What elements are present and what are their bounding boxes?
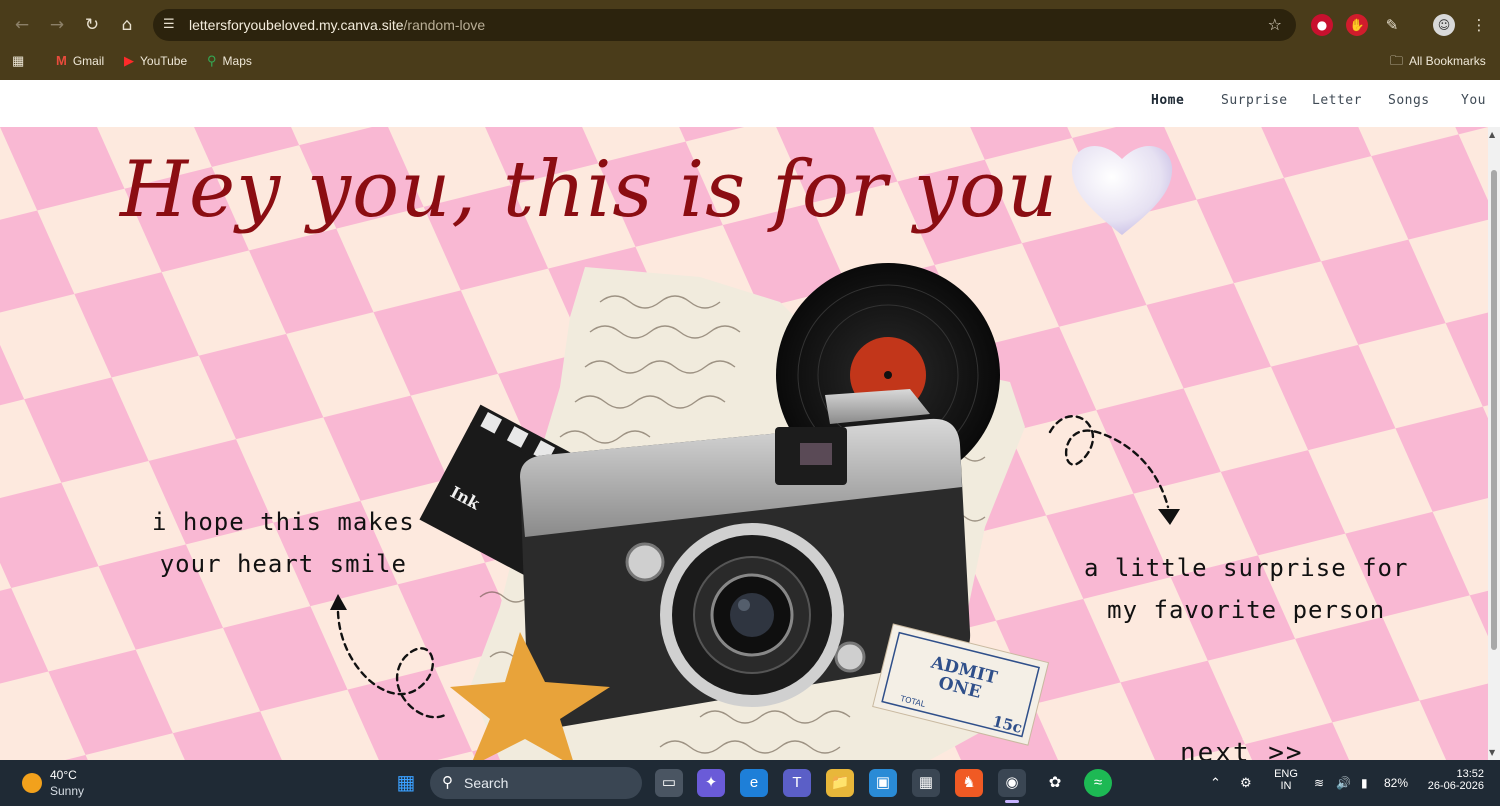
chrome-icon[interactable]: ◉ xyxy=(998,769,1026,797)
nav-letter[interactable]: Letter xyxy=(1312,93,1362,108)
bookmark-youtube-label: YouTube xyxy=(140,54,188,68)
bookmark-gmail[interactable]: M Gmail xyxy=(56,48,104,74)
next-link[interactable]: next >> xyxy=(1180,738,1304,760)
microsoft-store-icon[interactable]: ▦ xyxy=(912,769,940,797)
copilot-icon[interactable]: ✦ xyxy=(697,769,725,797)
all-bookmarks[interactable]: 🗀 All Bookmarks xyxy=(1390,48,1486,74)
page-scrollbar[interactable]: ▲ ▼ xyxy=(1488,127,1500,760)
weather-sun-icon[interactable] xyxy=(22,773,42,793)
volume-icon[interactable]: 🔊 xyxy=(1336,760,1351,806)
chatgpt-icon[interactable]: ✿ xyxy=(1041,769,1069,797)
battery-percent[interactable]: 82% xyxy=(1384,760,1408,806)
tray-app-icon[interactable]: ⚙ xyxy=(1240,760,1252,806)
apps-grid-icon[interactable]: ▦ xyxy=(12,48,24,74)
scroll-down-icon[interactable]: ▼ xyxy=(1489,748,1495,757)
gmail-icon: M xyxy=(56,53,67,68)
extensions-icon[interactable]: ✎ xyxy=(1381,14,1403,36)
edge-icon[interactable]: e xyxy=(740,769,768,797)
back-icon[interactable]: ← xyxy=(8,7,36,43)
browser-chrome: ← → ↻ ⌂ ☰ lettersforyoubeloved.my.canva.… xyxy=(0,0,1500,80)
windows-taskbar: 40°C Sunny ▦ ⚲ Search ▭ ✦ e T 📁 ▣ ▦ ♞ ◉ … xyxy=(0,760,1500,806)
bookmarks-bar: ▦ M Gmail ▶ YouTube ⚲ Maps 🗀 All Bookmar… xyxy=(0,48,1500,74)
language-code: ENG xyxy=(1274,768,1298,780)
nav-home[interactable]: Home xyxy=(1151,93,1184,108)
windows-start-icon[interactable]: ▦ xyxy=(392,769,420,797)
clock[interactable]: 13:52 26-06-2026 xyxy=(1422,768,1484,792)
menu-icon[interactable]: ⋮ xyxy=(1468,14,1490,36)
address-row: ← → ↻ ⌂ ☰ lettersforyoubeloved.my.canva.… xyxy=(0,7,1500,43)
task-view-icon[interactable]: ▭ xyxy=(655,769,683,797)
clock-time: 13:52 xyxy=(1456,768,1484,780)
right-caption: a little surprise for my favorite person xyxy=(1084,547,1408,631)
scrollbar-thumb[interactable] xyxy=(1491,170,1497,650)
left-caption: i hope this makes your heart smile xyxy=(152,501,415,585)
clock-date: 26-06-2026 xyxy=(1427,780,1484,792)
home-icon[interactable]: ⌂ xyxy=(113,7,141,43)
bookmark-maps[interactable]: ⚲ Maps xyxy=(207,48,252,74)
url-domain: lettersforyoubeloved.my.canva.site xyxy=(189,17,404,33)
hero-canvas: Ink ADMIT ONE TOTAL 15c Hey you, this is… xyxy=(0,127,1488,760)
taskbar-search-label: Search xyxy=(464,775,509,791)
all-bookmarks-label: All Bookmarks xyxy=(1409,54,1486,68)
reload-icon[interactable]: ↻ xyxy=(78,7,106,43)
chrome-active-indicator xyxy=(1005,800,1019,803)
nav-songs[interactable]: Songs xyxy=(1388,93,1430,108)
url-text: lettersforyoubeloved.my.canva.site/rando… xyxy=(189,9,485,41)
taskbar-search[interactable]: ⚲ Search xyxy=(430,767,642,799)
teams-icon[interactable]: T xyxy=(783,769,811,797)
maps-icon: ⚲ xyxy=(207,53,217,68)
address-bar[interactable]: ☰ lettersforyoubeloved.my.canva.site/ran… xyxy=(153,9,1296,41)
left-caption-line-2: your heart smile xyxy=(159,550,407,578)
scroll-up-icon[interactable]: ▲ xyxy=(1489,130,1495,139)
right-caption-line-2: my favorite person xyxy=(1107,596,1386,624)
extension-record-icon[interactable]: ● xyxy=(1311,14,1333,36)
url-path: /random-love xyxy=(403,17,486,33)
bookmark-star-icon[interactable]: ☆ xyxy=(1268,9,1282,41)
bookmark-gmail-label: Gmail xyxy=(72,54,105,68)
profile-icon[interactable]: ☺ xyxy=(1433,14,1455,36)
weather-condition[interactable]: Sunny xyxy=(50,784,84,798)
tray-overflow-icon[interactable]: ⌃ xyxy=(1210,760,1221,806)
page-headline: Hey you, this is for you xyxy=(120,145,1059,235)
nav-you[interactable]: You xyxy=(1461,93,1486,108)
right-caption-line-1: a little surprise for xyxy=(1084,554,1409,582)
site-navigation: Home Surprise Letter Songs You xyxy=(0,80,1500,127)
region-code: IN xyxy=(1280,780,1292,792)
weather-temperature[interactable]: 40°C xyxy=(50,768,77,782)
bookmark-maps-label: Maps xyxy=(222,54,252,68)
battery-icon[interactable]: ▮ xyxy=(1361,760,1368,806)
left-caption-line-1: i hope this makes xyxy=(152,508,415,536)
file-explorer-icon[interactable]: 📁 xyxy=(826,769,854,797)
folder-icon: 🗀 xyxy=(1390,53,1404,68)
bookmark-youtube[interactable]: ▶ YouTube xyxy=(124,48,187,74)
site-settings-icon[interactable]: ☰ xyxy=(163,9,175,41)
search-icon: ⚲ xyxy=(442,774,453,791)
brave-icon[interactable]: ♞ xyxy=(955,769,983,797)
language-indicator[interactable]: ENG IN xyxy=(1272,768,1300,792)
photos-icon[interactable]: ▣ xyxy=(869,769,897,797)
nav-surprise[interactable]: Surprise xyxy=(1221,93,1288,108)
wifi-icon[interactable]: ≋ xyxy=(1314,760,1324,806)
forward-icon[interactable]: → xyxy=(43,7,71,43)
youtube-icon: ▶ xyxy=(124,53,134,68)
spotify-icon[interactable]: ≈ xyxy=(1084,769,1112,797)
extension-block-icon[interactable]: ✋ xyxy=(1346,14,1368,36)
